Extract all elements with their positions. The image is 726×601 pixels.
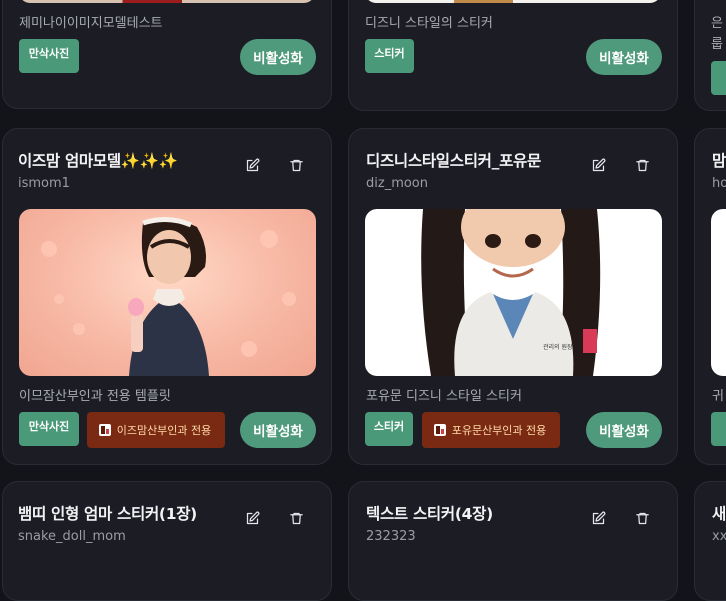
template-description: 제미나이이미지모델테스트 bbox=[19, 16, 163, 31]
template-card: 은 룹 만 bbox=[694, 0, 726, 111]
template-card: 디즈니스타일스티커_포유문 diz_moon 관리의 원장 포유문 디즈니 스타… bbox=[348, 128, 678, 465]
template-username: ismom1 bbox=[18, 176, 70, 191]
trash-icon[interactable] bbox=[285, 507, 307, 529]
coat-embroidery: 관리의 원장 bbox=[543, 343, 573, 351]
template-username: xx bbox=[712, 529, 726, 544]
trash-icon[interactable] bbox=[631, 154, 653, 176]
template-description: 디즈니 스타일의 스티커 bbox=[365, 16, 493, 31]
category-tag: 만삭사진 bbox=[19, 412, 79, 446]
trash-icon[interactable] bbox=[631, 507, 653, 529]
edit-icon[interactable] bbox=[587, 154, 609, 176]
template-card: 텍스트 스티커(4장) 232323 bbox=[348, 481, 678, 601]
template-username: 232323 bbox=[366, 529, 416, 544]
template-description: 룹 bbox=[711, 37, 723, 52]
template-description: 포유문 디즈니 스타일 스티커 bbox=[366, 389, 522, 404]
template-card: 맘 ho 귀 스 bbox=[694, 128, 726, 465]
deactivate-button[interactable]: 비활성화 bbox=[586, 39, 662, 75]
template-card: 이즈맘 엄마모델✨✨✨ ismom1 이므잠산부인과 전용 템플릿 만삭사진 이… bbox=[2, 128, 332, 465]
template-title: 디즈니스타일스티커_포유문 bbox=[366, 152, 541, 170]
template-description: 은 bbox=[711, 16, 723, 31]
edit-icon[interactable] bbox=[241, 507, 263, 529]
template-image bbox=[365, 0, 661, 3]
clinic-icon bbox=[98, 424, 111, 436]
clinic-tag: 포유문산부인과 전용 bbox=[422, 412, 560, 448]
template-title: 뱀띠 인형 엄마 스티커(1장) bbox=[18, 505, 197, 523]
category-tag: 스티커 bbox=[365, 39, 414, 73]
template-description: 이므잠산부인과 전용 템플릿 bbox=[19, 389, 171, 404]
template-title: 텍스트 스티커(4장) bbox=[366, 505, 493, 523]
template-image bbox=[711, 209, 726, 376]
template-title: 이즈맘 엄마모델✨✨✨ bbox=[18, 152, 178, 170]
template-card: 뱀띠 인형 엄마 스티커(1장) snake_doll_mom bbox=[2, 481, 332, 601]
trash-icon[interactable] bbox=[285, 154, 307, 176]
template-username: snake_doll_mom bbox=[18, 529, 126, 544]
deactivate-button[interactable]: 비활성화 bbox=[240, 39, 316, 75]
clinic-tag-label: 이즈맘산부인과 전용 bbox=[116, 424, 212, 437]
category-tag: 만 bbox=[711, 61, 726, 95]
template-card: 새 xx bbox=[694, 481, 726, 601]
edit-icon[interactable] bbox=[241, 154, 263, 176]
template-image: 관리의 원장 bbox=[365, 209, 662, 376]
category-tag: 스 bbox=[711, 412, 726, 446]
template-title: 맘 bbox=[712, 152, 726, 170]
category-tag: 만삭사진 bbox=[19, 39, 79, 73]
template-image bbox=[19, 209, 316, 376]
template-card: 디즈니 스타일의 스티커 스티커 비활성화 bbox=[348, 0, 678, 111]
template-description: 귀 bbox=[712, 389, 724, 404]
category-tag: 스티커 bbox=[365, 412, 413, 446]
clinic-tag: 이즈맘산부인과 전용 bbox=[87, 412, 225, 448]
deactivate-button[interactable]: 비활성화 bbox=[240, 412, 316, 448]
template-card: 제미나이이미지모델테스트 만삭사진 비활성화 bbox=[2, 0, 332, 109]
template-title: 새 bbox=[712, 505, 726, 523]
clinic-icon bbox=[433, 424, 446, 436]
deactivate-button[interactable]: 비활성화 bbox=[586, 412, 662, 448]
template-image bbox=[19, 0, 315, 3]
template-username: diz_moon bbox=[366, 176, 428, 191]
template-username: ho bbox=[712, 176, 726, 191]
clinic-tag-label: 포유문산부인과 전용 bbox=[451, 424, 547, 437]
edit-icon[interactable] bbox=[587, 507, 609, 529]
